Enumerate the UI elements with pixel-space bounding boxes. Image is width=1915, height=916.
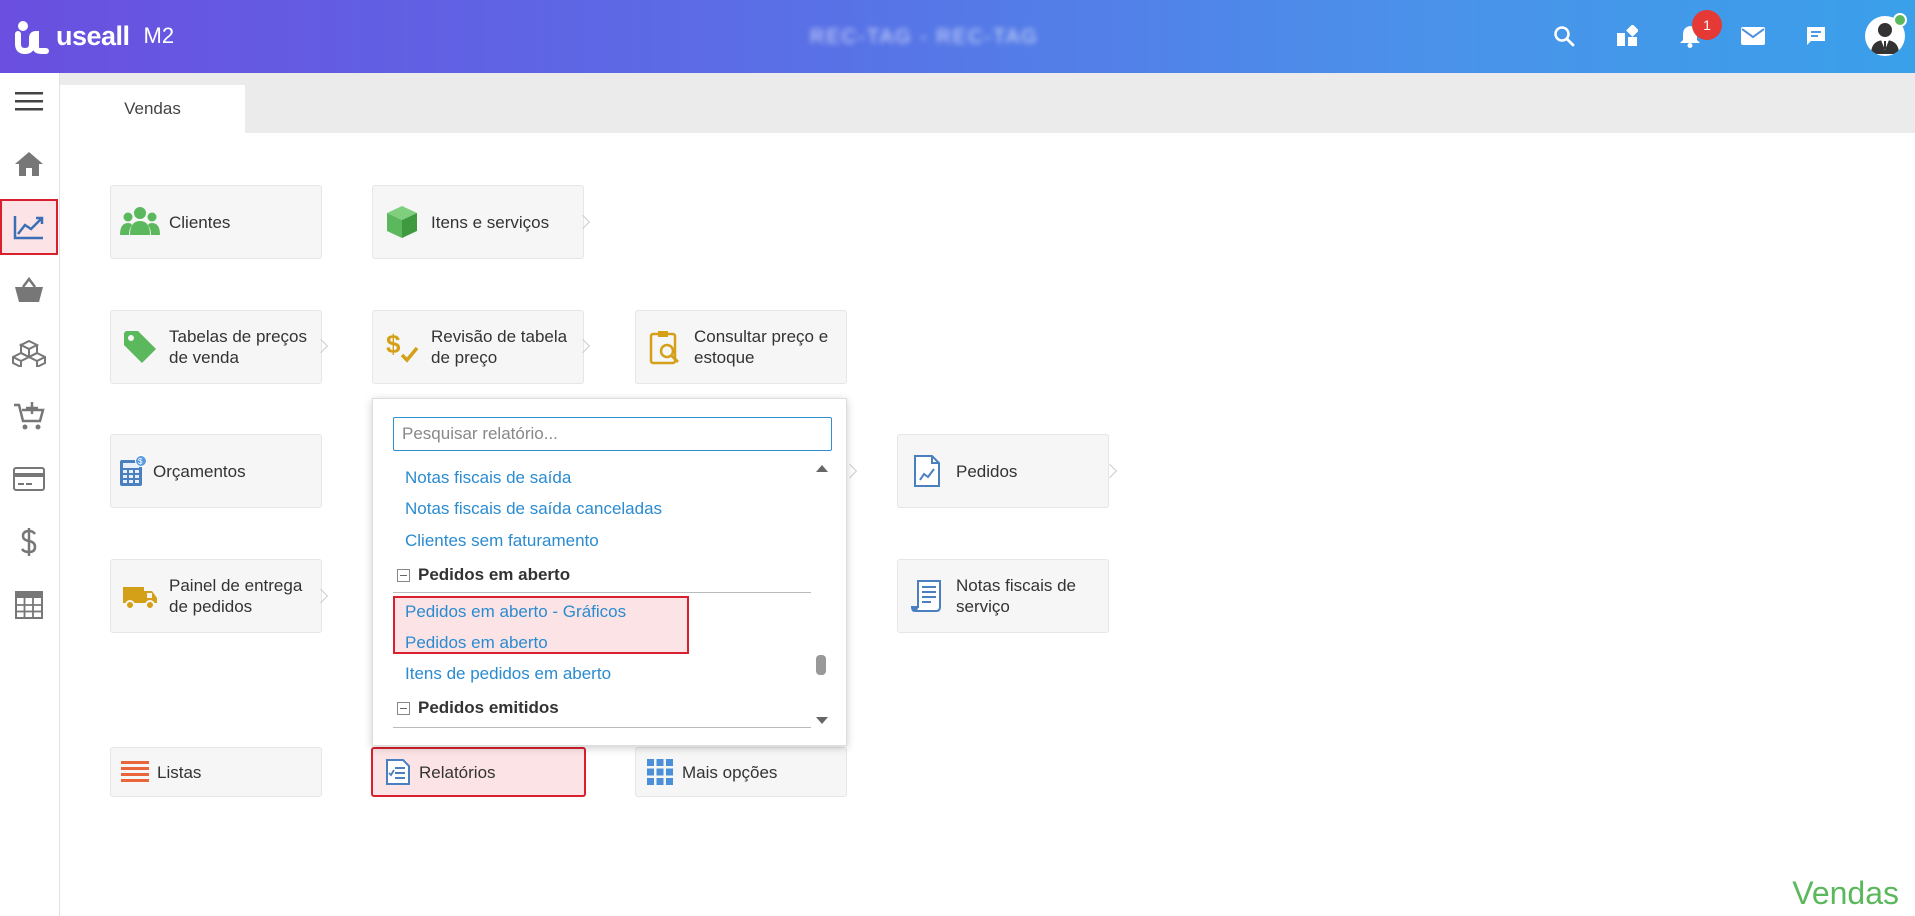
scroll-up-arrow[interactable] bbox=[816, 465, 828, 472]
group-pedidos-emitidos[interactable]: Pedidos emitidos bbox=[397, 698, 559, 718]
card-label: Notas fiscais de serviço bbox=[956, 576, 1076, 616]
card-pedidos[interactable]: Pedidos bbox=[897, 434, 1109, 508]
cart-add-icon[interactable] bbox=[0, 388, 58, 444]
divider bbox=[393, 592, 811, 593]
logo-text: useall bbox=[56, 20, 130, 51]
truck-icon bbox=[117, 573, 163, 619]
card-tabelas-precos[interactable]: Tabelas de preços de venda bbox=[110, 310, 322, 384]
document-icon bbox=[904, 448, 950, 494]
card-label: Consultar preço e estoque bbox=[694, 327, 829, 367]
scrollbar-thumb[interactable] bbox=[816, 655, 826, 675]
home-icon[interactable] bbox=[0, 136, 58, 192]
box-icon bbox=[379, 199, 425, 245]
logo-icon bbox=[14, 18, 50, 55]
list-icon bbox=[117, 749, 153, 795]
report-link[interactable]: Notas fiscais de saída canceladas bbox=[405, 499, 662, 519]
card-label: Revisão de tabela de preço bbox=[431, 327, 568, 367]
card-painel-entrega[interactable]: Painel de entrega de pedidos bbox=[110, 559, 322, 633]
mail-icon[interactable] bbox=[1737, 20, 1769, 52]
top-bar: useall M2 REC-TAG - REC-TAG 1 bbox=[0, 0, 1915, 73]
card-orcamentos[interactable]: $ Orçamentos bbox=[110, 434, 322, 508]
blurred-title: REC-TAG - REC-TAG bbox=[810, 26, 1039, 48]
card-label: Pedidos bbox=[956, 461, 1018, 481]
logo-sub: M2 bbox=[143, 23, 175, 48]
grid-icon bbox=[642, 749, 678, 795]
module-watermark: Vendas bbox=[1792, 875, 1899, 911]
card-label: Orçamentos bbox=[153, 461, 246, 481]
svg-text:$: $ bbox=[386, 329, 401, 359]
report-link[interactable]: Itens de pedidos em aberto bbox=[405, 664, 611, 684]
card-label: Clientes bbox=[169, 212, 231, 232]
dollar-check-icon: $ bbox=[379, 324, 425, 370]
tab-bar: Vendas bbox=[60, 73, 1915, 133]
card-label: Mais opções bbox=[682, 762, 778, 782]
divider bbox=[393, 727, 811, 728]
card-label: Tabelas de preços de venda bbox=[169, 327, 307, 367]
card-relatorios[interactable]: Relatórios bbox=[371, 747, 586, 797]
card-label: Itens e serviços bbox=[431, 212, 550, 232]
apps-icon[interactable] bbox=[1611, 20, 1643, 52]
scroll-down-arrow[interactable] bbox=[816, 717, 828, 724]
chat-icon[interactable] bbox=[1800, 20, 1832, 52]
tag-icon bbox=[117, 324, 163, 370]
basket-icon[interactable] bbox=[0, 262, 58, 318]
report-link[interactable]: Pedidos em aberto - Gráficos bbox=[405, 602, 626, 622]
card-label: Relatórios bbox=[419, 762, 496, 782]
card-itens-servicos[interactable]: Itens e serviços bbox=[372, 185, 584, 259]
search-icon[interactable] bbox=[1548, 20, 1580, 52]
svg-text:$: $ bbox=[138, 457, 143, 466]
credit-card-icon[interactable] bbox=[0, 451, 58, 507]
receipt-icon bbox=[904, 573, 950, 619]
card-label: Painel de entrega de pedidos bbox=[169, 576, 303, 616]
report-link[interactable]: Pedidos em aberto bbox=[405, 633, 548, 653]
card-notas-servico[interactable]: Notas fiscais de serviço bbox=[897, 559, 1109, 633]
card-label: Listas bbox=[157, 762, 202, 782]
boxes-icon[interactable] bbox=[0, 325, 58, 381]
card-revisao-tabela[interactable]: $ Revisão de tabela de preço bbox=[372, 310, 584, 384]
notification-badge: 1 bbox=[1692, 10, 1722, 40]
sidebar bbox=[0, 73, 60, 916]
collapse-icon bbox=[397, 701, 410, 715]
tab-vendas[interactable]: Vendas bbox=[60, 85, 245, 133]
group-pedidos-em-aberto[interactable]: Pedidos em aberto bbox=[397, 565, 570, 585]
users-icon bbox=[117, 199, 163, 245]
report-link[interactable]: Notas fiscais de saída bbox=[405, 468, 571, 488]
logo[interactable]: useall M2 bbox=[14, 16, 174, 56]
card-consultar-preco[interactable]: Consultar preço e estoque bbox=[635, 310, 847, 384]
calculator-icon[interactable] bbox=[0, 577, 58, 633]
clipboard-search-icon bbox=[642, 324, 688, 370]
menu-icon[interactable] bbox=[0, 73, 58, 129]
card-mais-opcoes[interactable]: Mais opções bbox=[635, 747, 847, 797]
report-icon bbox=[379, 749, 415, 795]
reports-popup: Notas fiscais de saída Notas fiscais de … bbox=[372, 398, 847, 746]
calculator-color-icon: $ bbox=[111, 448, 153, 494]
online-status-dot bbox=[1893, 13, 1907, 27]
card-clientes[interactable]: Clientes bbox=[110, 185, 322, 259]
card-listas[interactable]: Listas bbox=[110, 747, 322, 797]
dollar-icon[interactable] bbox=[0, 514, 58, 570]
chart-line-icon[interactable] bbox=[0, 199, 58, 255]
search-input[interactable] bbox=[393, 417, 832, 451]
report-link[interactable]: Clientes sem faturamento bbox=[405, 531, 599, 551]
collapse-icon bbox=[397, 568, 410, 582]
